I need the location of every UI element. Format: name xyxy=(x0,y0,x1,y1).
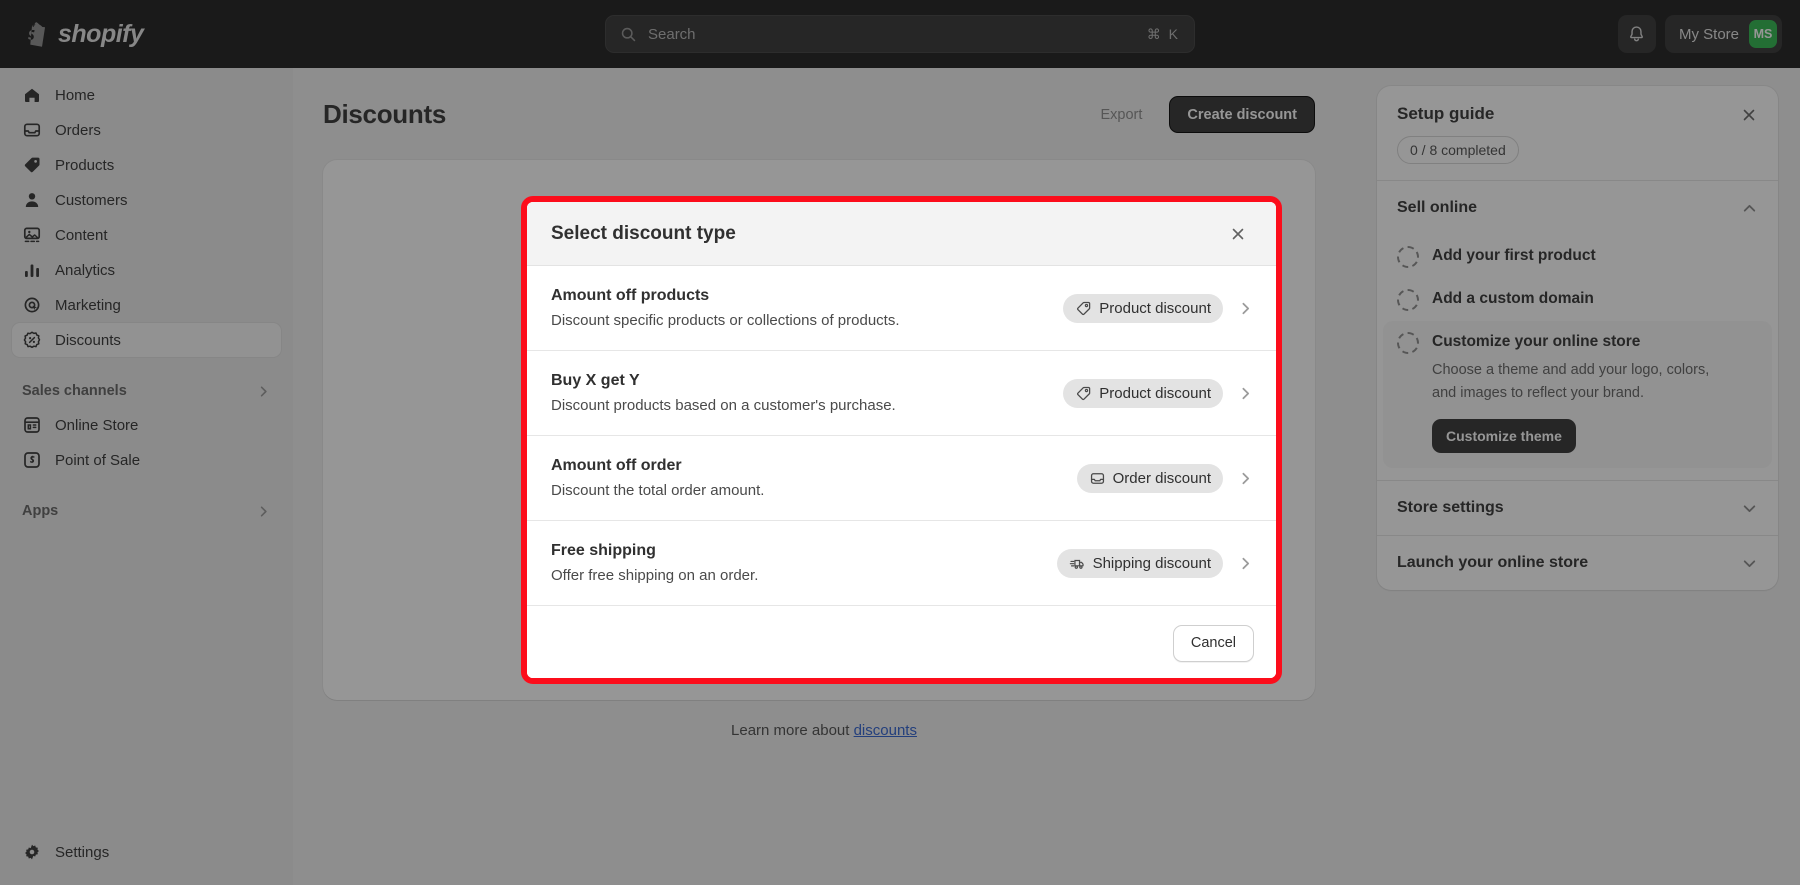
option-title: Amount off products xyxy=(551,287,710,304)
option-text: Amount off order Discount the total orde… xyxy=(551,457,764,499)
chevron-right-icon xyxy=(1242,472,1250,484)
order-inbox-icon xyxy=(1090,472,1104,484)
option-description: Discount the total order amount. xyxy=(551,482,765,499)
option-description: Offer free shipping on an order. xyxy=(551,567,759,584)
status-badge: Shipping discount xyxy=(1056,548,1223,578)
badge-label: Product discount xyxy=(1099,384,1211,402)
option-meta: Shipping discount xyxy=(1056,548,1254,578)
option-description: Discount specific products or collection… xyxy=(551,312,900,329)
chevron-right-icon xyxy=(1242,302,1250,314)
discount-option-amount-off-order[interactable]: Amount off order Discount the total orde… xyxy=(527,436,1276,521)
tag-icon xyxy=(1077,386,1091,400)
option-text: Free shipping Offer free shipping on an … xyxy=(551,542,758,584)
option-meta: Product discount xyxy=(1063,378,1254,408)
option-title: Buy X get Y xyxy=(551,372,640,389)
status-badge: Order discount xyxy=(1076,463,1223,493)
option-meta: Product discount xyxy=(1063,293,1254,323)
option-title: Amount off order xyxy=(551,457,682,474)
status-badge: Product discount xyxy=(1063,378,1223,408)
discount-option-free-shipping[interactable]: Free shipping Offer free shipping on an … xyxy=(527,521,1276,606)
shipping-truck-icon xyxy=(1069,559,1084,569)
option-description: Discount products based on a customer's … xyxy=(551,397,896,414)
close-icon xyxy=(1232,228,1244,239)
option-text: Buy X get Y Discount products based on a… xyxy=(551,372,896,414)
modal-title: Select discount type xyxy=(551,222,736,244)
badge-label: Shipping discount xyxy=(1092,554,1211,572)
discount-option-buy-x-get-y[interactable]: Buy X get Y Discount products based on a… xyxy=(527,351,1276,436)
tag-icon xyxy=(1077,301,1091,315)
select-discount-type-modal: Select discount type Amount off products… xyxy=(527,202,1276,678)
discount-type-list: Amount off products Discount specific pr… xyxy=(527,266,1276,608)
select-discount-type-modal-highlight: Select discount type Amount off products… xyxy=(521,196,1282,684)
chevron-right-icon xyxy=(1242,557,1250,569)
shopify-admin-app: shopify Search ⌘ K My Store MS Home Orde… xyxy=(0,0,1800,885)
badge-label: Order discount xyxy=(1112,469,1211,487)
status-badge: Product discount xyxy=(1063,293,1223,323)
cancel-button[interactable]: Cancel xyxy=(1172,624,1254,662)
modal-footer: Cancel xyxy=(527,608,1276,678)
discount-option-amount-off-products[interactable]: Amount off products Discount specific pr… xyxy=(527,266,1276,351)
modal-header: Select discount type xyxy=(527,202,1276,266)
option-title: Free shipping xyxy=(551,542,656,559)
badge-label: Product discount xyxy=(1099,299,1211,317)
option-text: Amount off products Discount specific pr… xyxy=(551,287,900,329)
modal-close-button[interactable] xyxy=(1224,220,1252,248)
chevron-right-icon xyxy=(1242,387,1250,399)
option-meta: Order discount xyxy=(1076,463,1254,493)
